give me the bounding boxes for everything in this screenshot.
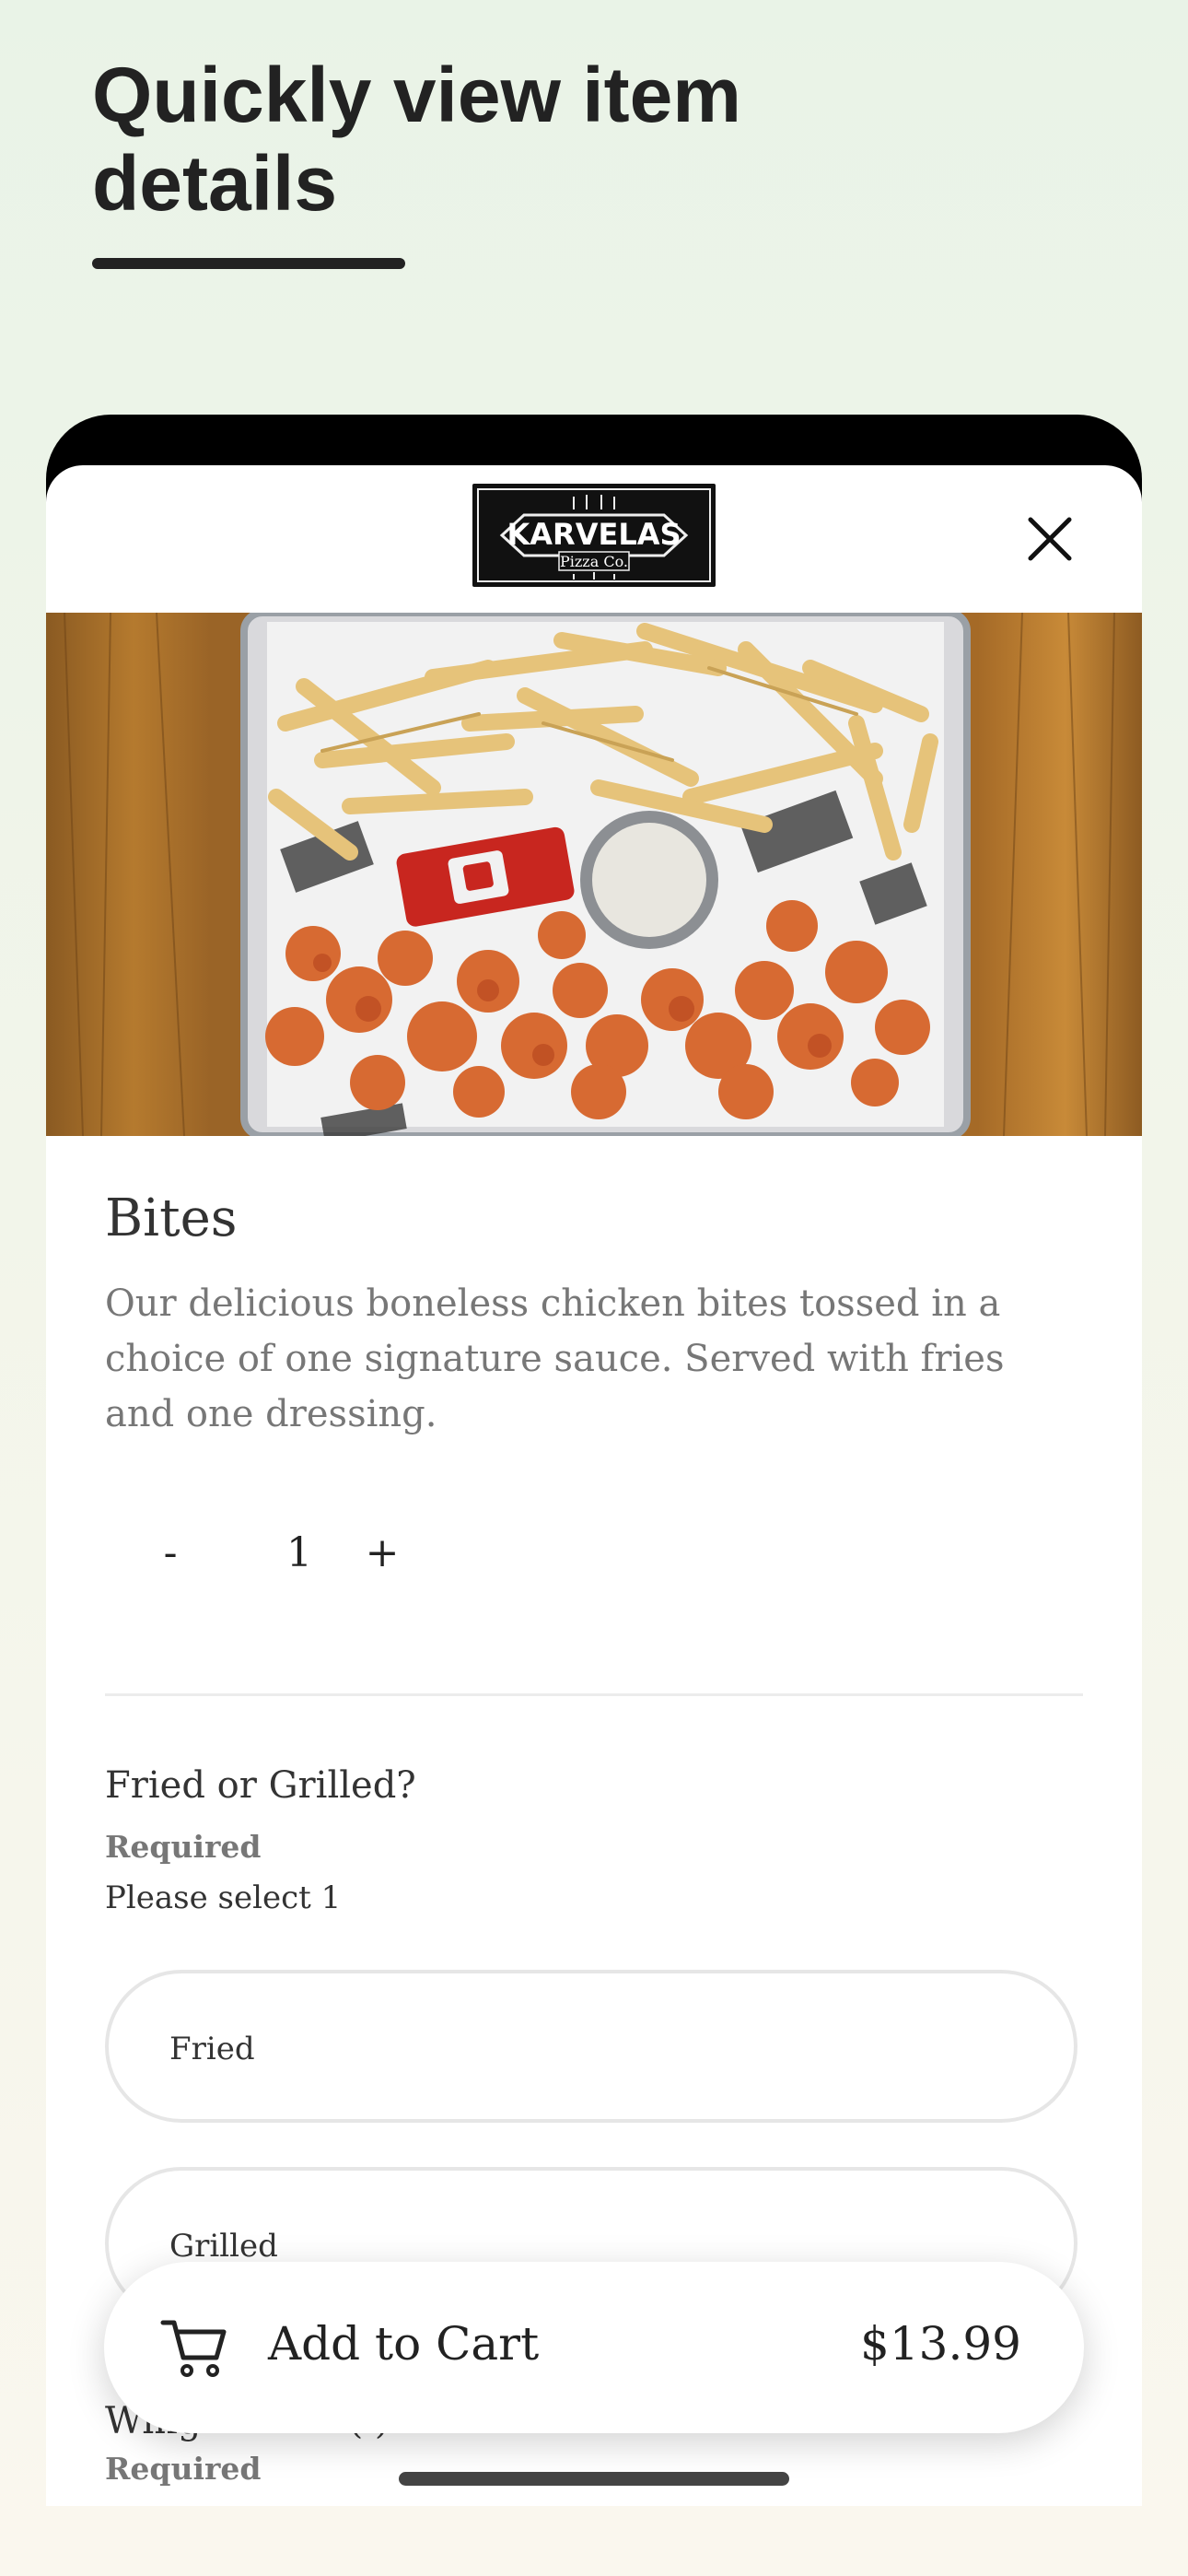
quantity-increase-button[interactable]: + — [345, 1529, 419, 1576]
close-icon — [1028, 517, 1072, 561]
logo-sub: Pizza Co. — [560, 553, 628, 570]
promo-title: Quickly view item details — [92, 52, 741, 227]
option-fried[interactable]: Fried — [105, 1970, 1077, 2123]
add-to-cart-button[interactable]: Add to Cart $13.99 — [104, 2262, 1084, 2433]
cart-price: $13.99 — [860, 2317, 1021, 2371]
close-button[interactable] — [1018, 507, 1082, 571]
option-label: Grilled — [169, 2228, 278, 2265]
logo-brand: KARVELAS — [507, 517, 681, 552]
restaurant-logo: KARVELAS Pizza Co. — [472, 484, 716, 587]
selection-hint: Please select 1 — [105, 1879, 342, 1916]
home-indicator[interactable] — [399, 2472, 789, 2486]
item-detail-screen: KARVELAS Pizza Co. Bites Our delicious b… — [46, 465, 1142, 2506]
option-label: Fried — [169, 2031, 255, 2067]
next-required-label: Required — [105, 2451, 262, 2487]
required-label: Required — [105, 1829, 262, 1865]
item-photo — [46, 613, 1142, 1136]
option-group-title: Fried or Grilled? — [105, 1764, 416, 1807]
quantity-decrease-button[interactable]: - — [134, 1529, 207, 1576]
phone-frame: KARVELAS Pizza Co. Bites Our delicious b… — [46, 415, 1142, 2506]
shopping-cart-icon — [160, 2320, 227, 2377]
section-divider — [105, 1693, 1083, 1696]
item-title: Bites — [105, 1188, 238, 1248]
promo-underline — [92, 258, 405, 269]
quantity-value: 1 — [286, 1529, 312, 1576]
item-description: Our delicious boneless chicken bites tos… — [105, 1282, 1005, 1435]
add-to-cart-label: Add to Cart — [268, 2317, 540, 2371]
top-bar: KARVELAS Pizza Co. — [46, 465, 1142, 613]
